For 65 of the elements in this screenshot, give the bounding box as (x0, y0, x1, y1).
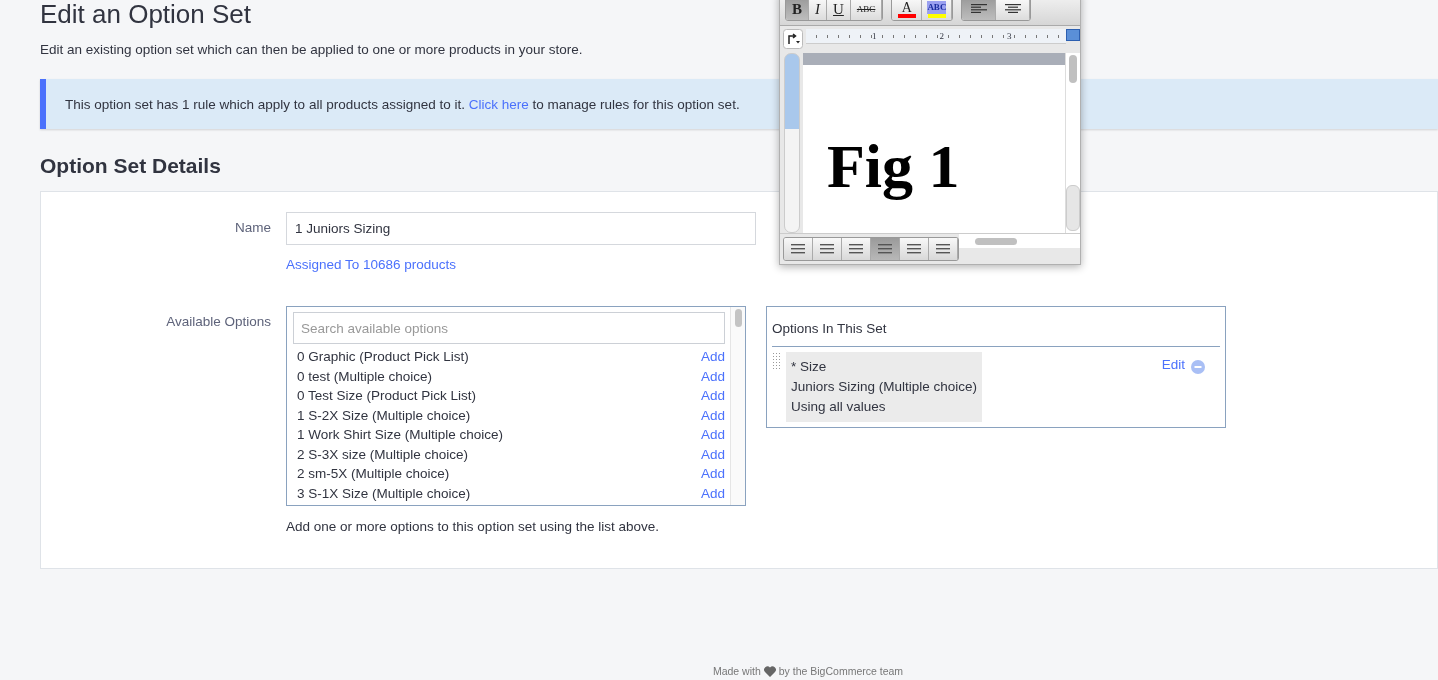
align-button[interactable] (996, 0, 1031, 20)
option-name: 0 test (Multiple choice) (297, 367, 433, 386)
field-label: Available Options (165, 313, 272, 331)
manage-rules-link[interactable]: Click here (468, 96, 529, 112)
page-subtitle: Edit an existing option set which can then be applied to one or more products in your store. (40, 42, 584, 57)
page-title: Edit an Option Set (39, 0, 252, 27)
option-name: 0 Test Size (Product Pick List) (297, 387, 477, 405)
add-link[interactable]: Add (700, 406, 725, 426)
field-label: Name (234, 219, 272, 237)
add-link[interactable]: Add (700, 387, 725, 407)
footer-text: by the BigCommerce team (778, 665, 904, 677)
add-link[interactable]: Add (700, 465, 725, 485)
align-button[interactable] (962, 0, 997, 20)
option-detail: Using all values (791, 398, 887, 416)
view-icon (936, 244, 950, 254)
font-color-button[interactable]: A (892, 0, 923, 20)
option-name: 1 S-2X Size (Multiple choice) (297, 406, 471, 425)
option-name: 0 Graphic (Product Pick List) (297, 348, 469, 366)
option-card[interactable]: * Size Juniors Sizing (Multiple choice) Using all values (786, 352, 983, 422)
view-button[interactable] (842, 238, 871, 260)
option-name: 2 S-3X size (Multiple choice) (297, 445, 469, 464)
ruler-label: 3 (1007, 30, 1012, 43)
option-name: 3 S-1X Size (Multiple choice) (297, 484, 471, 503)
scrollbar-thumb[interactable] (1069, 55, 1077, 83)
edit-link[interactable]: Edit (1161, 357, 1185, 372)
assigned-products-link[interactable]: Assigned To 10686 products (286, 257, 756, 272)
view-icon (849, 244, 863, 254)
section-title: Option Set Details (40, 153, 221, 179)
footer-text: Made with (712, 665, 761, 677)
option-name: 1 Work Shirt Size (Multiple choice) (297, 426, 504, 444)
tab-selector-icon[interactable] (783, 29, 803, 49)
scrollbar-thumb[interactable] (975, 238, 1017, 245)
search-field[interactable]: Search available options (293, 312, 725, 344)
ruler-label: 1 (872, 30, 877, 43)
ruler-label: 2 (939, 30, 944, 43)
name-field[interactable]: 1 Juniors Sizing (286, 212, 756, 245)
view-button[interactable] (813, 238, 842, 260)
format-button[interactable]: ABC (850, 0, 883, 20)
scrollbar-thumb[interactable] (734, 309, 742, 327)
view-icon (791, 244, 805, 254)
view-button[interactable] (900, 238, 929, 260)
option-name: 2 sm-5X (Multiple choice) (297, 465, 450, 483)
option-detail: Juniors Sizing (Multiple choice) (791, 378, 978, 396)
alert-text: This option set has 1 rule which apply to all products assigned to it. Click here to manage rules for this option set. (65, 96, 740, 112)
view-button[interactable] (784, 238, 813, 260)
add-link[interactable]: Add (700, 426, 725, 446)
view-button[interactable] (871, 238, 900, 260)
view-button[interactable] (929, 238, 958, 260)
view-icon (907, 244, 921, 254)
add-link[interactable]: Add (700, 367, 725, 387)
format-button[interactable]: B (786, 0, 809, 20)
add-link[interactable]: Add (700, 348, 725, 368)
align-icon (970, 4, 987, 14)
hint-text: Add one or more options to this option set using the list above. (286, 519, 660, 534)
option-detail: * Size (791, 358, 828, 376)
format-button[interactable]: U (827, 0, 851, 20)
highlight-button[interactable]: ABC (922, 0, 953, 20)
format-button[interactable]: I (809, 0, 827, 20)
panel-title: Options In This Set (772, 307, 1220, 347)
heart-icon (763, 665, 776, 677)
add-link[interactable]: Add (700, 445, 725, 465)
add-link[interactable]: Add (700, 484, 725, 504)
view-icon (878, 244, 892, 254)
view-icon (820, 244, 834, 254)
align-icon (1004, 4, 1021, 14)
